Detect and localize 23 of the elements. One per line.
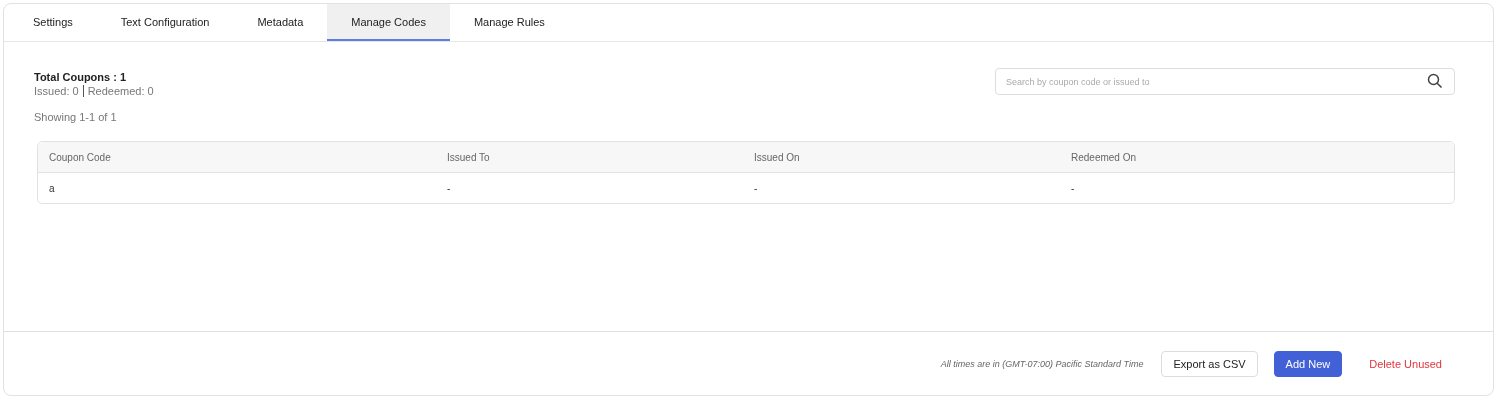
column-header: Issued To [446,151,491,163]
search-icon [1427,73,1443,89]
tab[interactable]: Text Configuration [96,4,234,41]
tab[interactable]: Settings [9,4,97,41]
showing-count: Showing 1-1 of 1 [34,111,118,123]
action-button[interactable]: Export as CSV [1161,350,1258,377]
table-cell-text: - [1070,182,1076,194]
redeemed-count: Redeemed: 0 [87,85,154,97]
column-header: Redeemed On [1070,151,1138,163]
column-header: Coupon Code [48,151,112,163]
table-cell-text: a [48,182,56,194]
action-button[interactable]: Add New [1273,350,1343,377]
search-field[interactable]: Search by coupon code or issued to [995,68,1455,95]
table-cell-text: - [753,182,759,194]
column-header: Issued On [753,151,801,163]
tab[interactable]: Metadata [233,4,328,41]
tab[interactable]: Manage Codes [327,4,450,41]
table-cell-text: - [446,182,452,194]
delete-link[interactable]: Delete Unused [1358,350,1453,377]
timezone-note: All times are in (GMT-07:00) Pacific Standard Time [940,358,1144,369]
tab[interactable]: Manage Rules [449,4,569,41]
issued-count: Issued: 0 [34,85,79,97]
total-coupons-label: Total Coupons : 1 [34,71,128,83]
